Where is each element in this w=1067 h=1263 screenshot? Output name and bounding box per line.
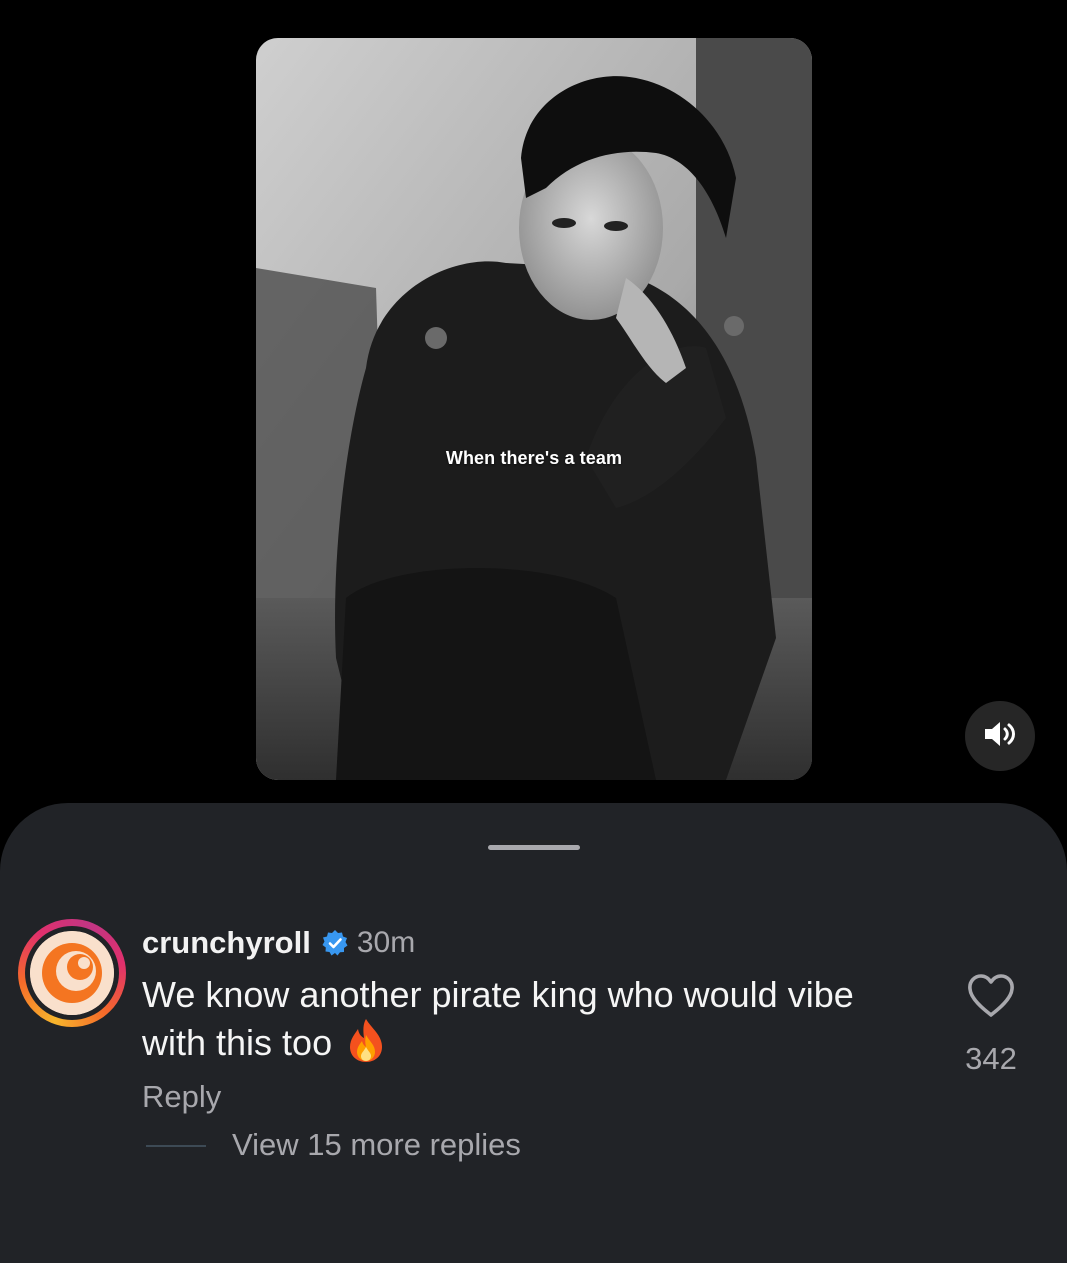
fire-emoji-icon [346, 1017, 386, 1063]
reel-photo [256, 38, 812, 780]
speaker-volume-icon [983, 720, 1017, 753]
crunchyroll-logo-icon [30, 931, 114, 1015]
like-button[interactable] [966, 973, 1016, 1019]
comment-header: crunchyroll 30m [142, 921, 415, 965]
heart-outline-icon [966, 974, 1016, 1023]
replies-divider [146, 1145, 206, 1147]
avatar[interactable] [18, 919, 126, 1027]
mute-toggle-button[interactable] [965, 701, 1035, 771]
comment-text-content: We know another pirate king who would vi… [142, 974, 854, 1063]
drag-handle[interactable] [488, 845, 580, 850]
comments-sheet: crunchyroll 30m We know another pirate k… [0, 803, 1067, 1263]
like-count: 342 [965, 1041, 1017, 1076]
comment-text: We know another pirate king who would vi… [142, 973, 902, 1065]
comment-timestamp: 30m [356, 926, 416, 959]
verified-badge-icon [321, 929, 349, 957]
reply-button[interactable]: Reply [142, 1079, 221, 1115]
username[interactable]: crunchyroll [142, 925, 311, 961]
reel-video[interactable]: When there's a team [256, 38, 812, 780]
view-more-replies-link[interactable]: View 15 more replies [232, 1127, 521, 1163]
video-caption: When there's a team [445, 448, 623, 468]
